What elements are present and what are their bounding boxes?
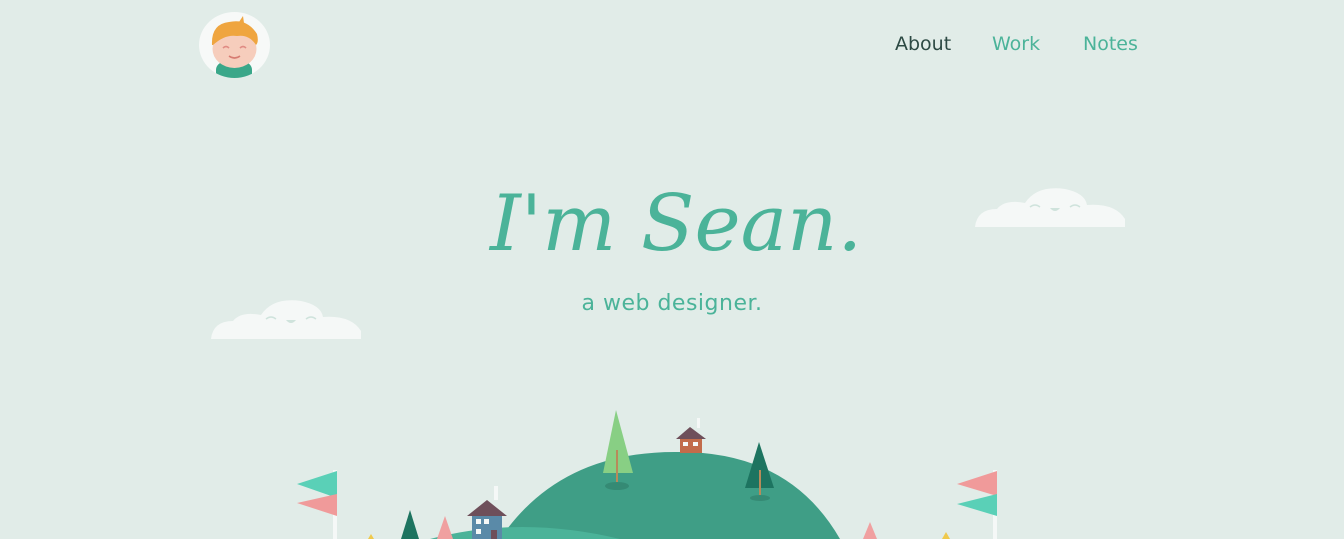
tree-icon xyxy=(942,532,950,539)
tree-icon xyxy=(401,510,419,539)
landscape-illustration xyxy=(297,410,997,539)
house-icon xyxy=(467,486,507,539)
house-icon xyxy=(676,418,706,453)
flag-icon xyxy=(957,470,997,539)
flag-icon xyxy=(297,470,337,539)
tree-icon xyxy=(368,534,374,539)
hill-shape xyxy=(500,451,840,539)
tree-icon xyxy=(863,522,877,539)
tree-icon xyxy=(437,516,453,539)
